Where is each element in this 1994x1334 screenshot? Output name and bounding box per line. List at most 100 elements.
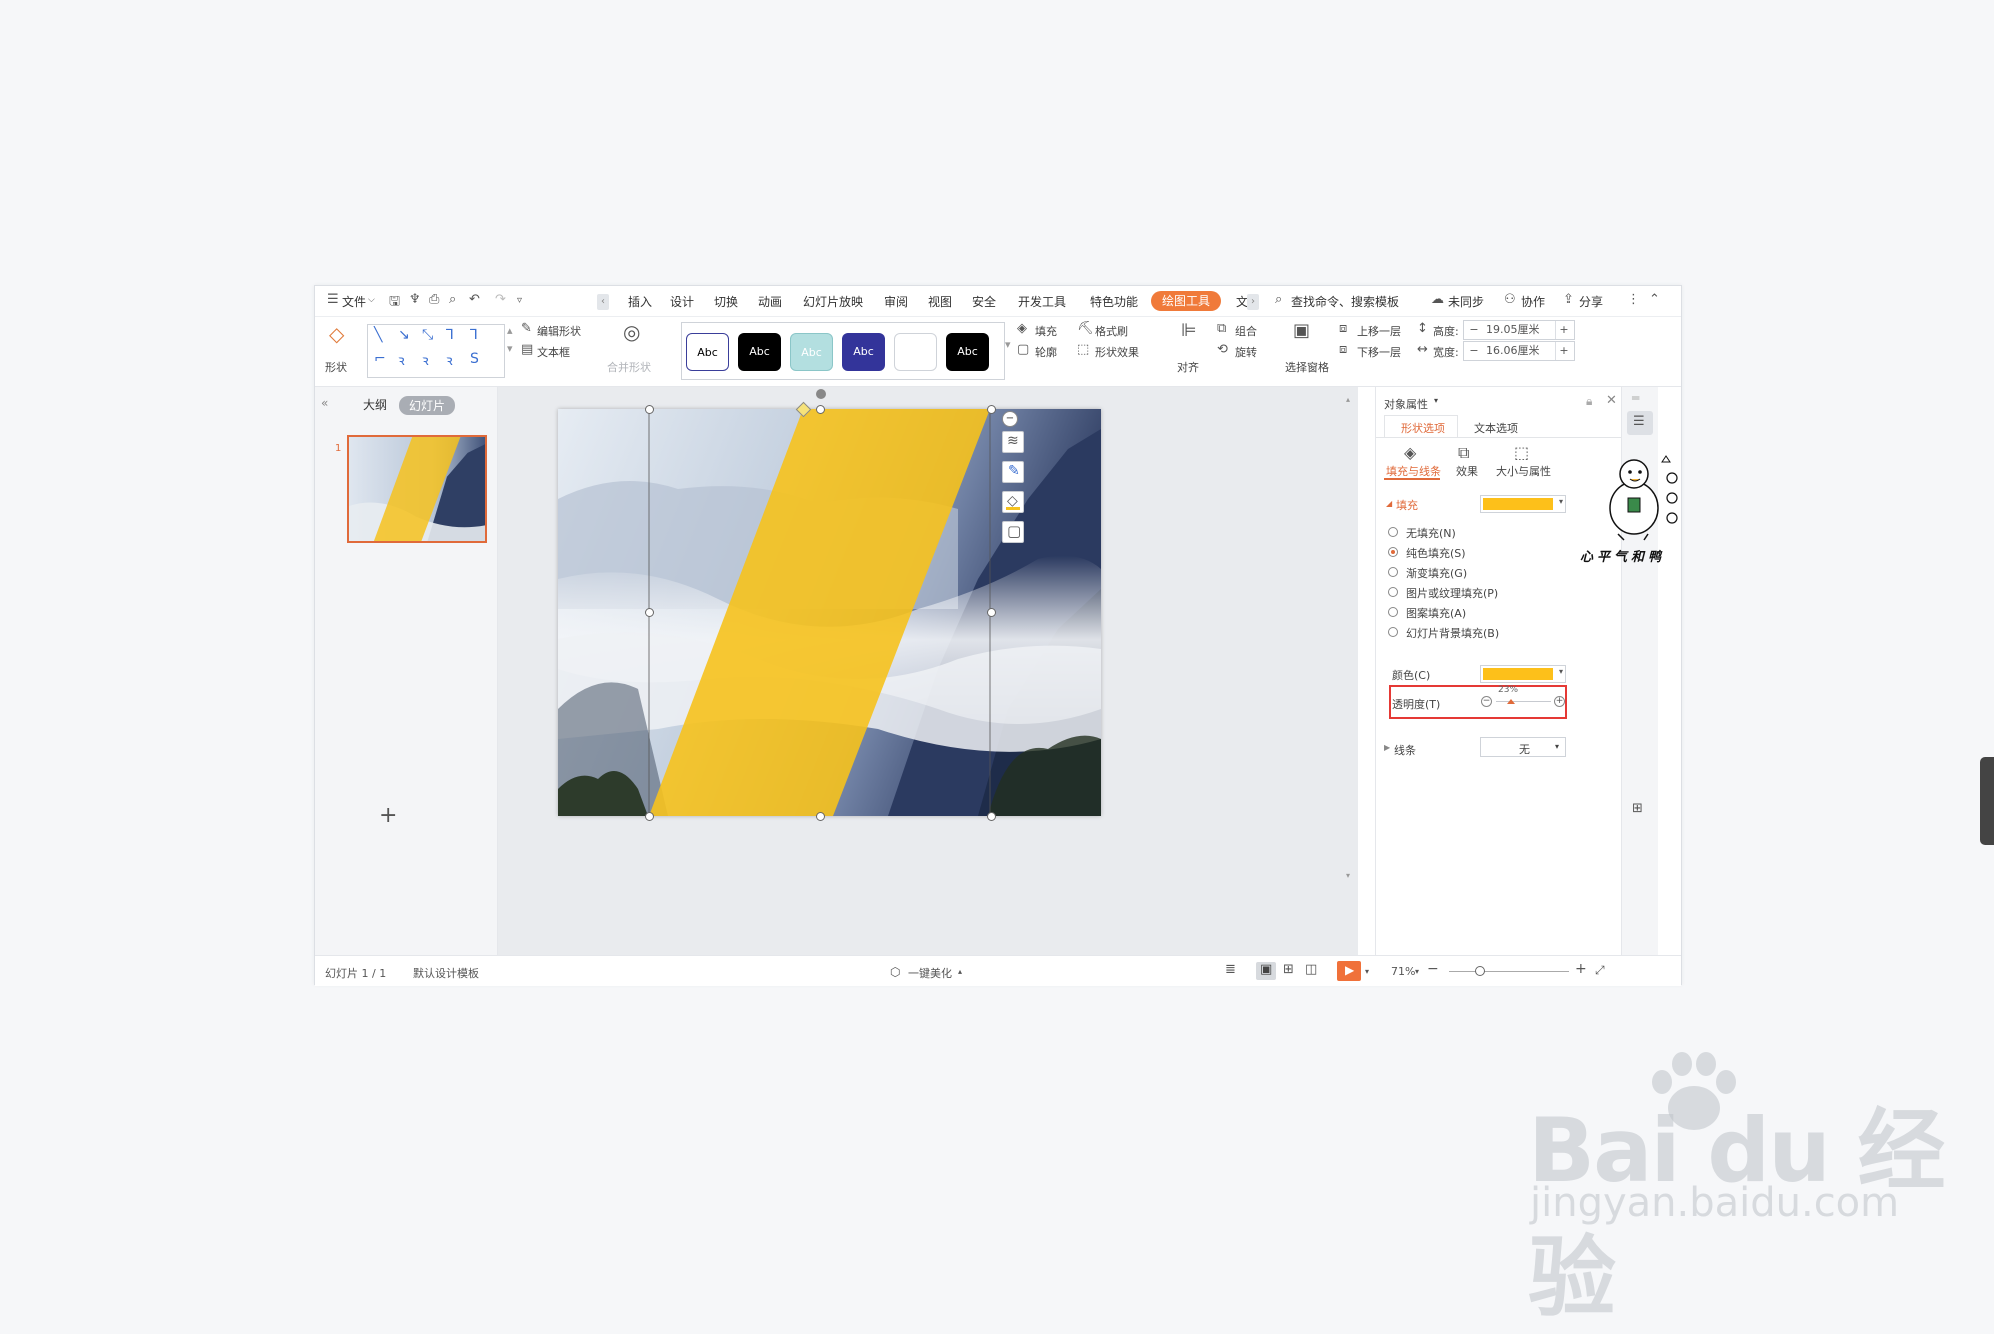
tab-slides[interactable]: 幻灯片 [399, 396, 456, 415]
transparency-plus[interactable]: + [1554, 696, 1565, 707]
style-black-2[interactable]: Abc [946, 333, 989, 371]
tab-features[interactable]: 特色功能 [1090, 293, 1138, 310]
frame-icon[interactable]: ▢ [1002, 521, 1024, 543]
format-painter-button[interactable]: 格式刷 [1095, 323, 1128, 339]
undo-icon[interactable]: ↶ [469, 292, 480, 307]
transparency-thumb[interactable] [1507, 699, 1515, 704]
pen-icon[interactable]: ✎ [1002, 461, 1024, 483]
rotate-button[interactable]: 旋转 [1235, 344, 1257, 360]
option-slide-bg-fill[interactable]: 幻灯片背景填充(B) [1406, 625, 1499, 641]
resize-handle-right[interactable] [987, 608, 996, 617]
fill-button[interactable]: 填充 [1035, 323, 1057, 339]
textbox-button[interactable]: 文本框 [537, 344, 570, 360]
layers-icon[interactable]: ≋ [1002, 431, 1024, 453]
play-chevron-icon[interactable]: ▾ [1365, 967, 1369, 976]
sync-status[interactable]: 未同步 [1448, 293, 1484, 310]
chevron-down-icon[interactable]: ⌵ [368, 295, 375, 305]
width-value[interactable]: 16.06厘米 [1486, 342, 1540, 360]
tab-security[interactable]: 安全 [972, 293, 996, 310]
radio-no-fill[interactable] [1388, 527, 1398, 537]
curve-double-icon[interactable]: ꝛ [446, 351, 453, 370]
align-button[interactable]: 对齐 [1177, 359, 1199, 375]
fit-window-icon[interactable]: ⤢ [1595, 963, 1605, 978]
style-gallery-more[interactable]: ▾ [1005, 338, 1011, 351]
grid-apps-icon[interactable]: ⊞ [1632, 801, 1643, 816]
line-section-header[interactable]: 线条 [1394, 742, 1416, 758]
bring-forward-button[interactable]: 上移一层 [1357, 323, 1401, 339]
format-brush-icon[interactable]: ♆ [409, 292, 421, 307]
shape-style-gallery[interactable]: Abc Abc Abc Abc Abc [681, 322, 1005, 380]
edit-shape-button[interactable]: 编辑形状 [537, 323, 581, 339]
tab-developer[interactable]: 开发工具 [1018, 293, 1066, 310]
height-plus[interactable]: + [1555, 321, 1572, 339]
radio-pattern-fill[interactable] [1388, 607, 1398, 617]
radio-gradient-fill[interactable] [1388, 567, 1398, 577]
option-gradient-fill[interactable]: 渐变填充(G) [1406, 565, 1467, 581]
resize-handle-tr[interactable] [987, 405, 996, 414]
redo-icon[interactable]: ↷ [495, 292, 506, 307]
tab-drawing-tools[interactable]: 绘图工具 [1151, 291, 1221, 311]
zoom-thumb[interactable] [1475, 966, 1485, 976]
zoom-chevron-icon[interactable]: ▾ [1415, 967, 1419, 976]
resize-handle-left[interactable] [645, 608, 654, 617]
width-minus[interactable]: − [1466, 342, 1482, 360]
line-shapes-gallery[interactable]: ╲ ↘ ⤡ ⅂ ⅂ ⌐ ꝛ ꝛ ꝛ S [367, 324, 505, 378]
option-picture-fill[interactable]: 图片或纹理填充(P) [1406, 585, 1498, 601]
tab-animation[interactable]: 动画 [758, 293, 782, 310]
line-expand-icon[interactable]: ▶ [1384, 743, 1390, 752]
tab-transition[interactable]: 切换 [714, 293, 738, 310]
search-icon[interactable]: ⌕ [1275, 292, 1282, 307]
gallery-up[interactable]: ▴ [507, 324, 513, 337]
properties-toggle[interactable]: ☰ [1627, 411, 1653, 435]
tab-insert[interactable]: 插入 [628, 293, 652, 310]
collapse-pane-icon[interactable]: « [321, 396, 328, 410]
merge-shape-button[interactable]: 合并形状 [607, 359, 651, 375]
outline-button[interactable]: 轮廓 [1035, 344, 1057, 360]
tab-shape-options[interactable]: 形状选项 [1384, 415, 1458, 438]
normal-view-button[interactable]: ▣ [1256, 962, 1276, 980]
double-arrow-icon[interactable]: ⤡ [422, 327, 433, 343]
beautify-button[interactable]: 一键美化 [908, 965, 952, 981]
beautify-chevron-icon[interactable]: ▴ [958, 967, 962, 976]
play-button[interactable]: ▶ [1337, 961, 1361, 981]
option-pattern-fill[interactable]: 图案填充(A) [1406, 605, 1466, 621]
radio-solid-fill[interactable] [1388, 547, 1398, 557]
subtab-size[interactable]: 大小与属性 [1496, 463, 1551, 479]
resize-handle-bl[interactable] [645, 812, 654, 821]
selection-pane-button[interactable]: 选择窗格 [1285, 359, 1329, 375]
gallery-down[interactable]: ▾ [507, 342, 513, 355]
fill-section-header[interactable]: 填充 [1396, 497, 1418, 513]
rotate-handle[interactable] [816, 389, 826, 399]
width-plus[interactable]: + [1555, 342, 1572, 360]
height-minus[interactable]: − [1466, 321, 1482, 339]
freeform-icon[interactable]: S [470, 351, 479, 367]
sorter-view-icon[interactable]: ⊞ [1283, 962, 1294, 977]
group-button[interactable]: 组合 [1235, 323, 1257, 339]
fill-bucket-icon[interactable]: ◇ [1002, 491, 1024, 513]
lock-icon[interactable]: 🔒︎ [1586, 394, 1592, 409]
fill-expand-icon[interactable]: ◢ [1386, 499, 1392, 508]
more-icon[interactable]: ⋮ [1627, 292, 1640, 307]
resize-handle-br[interactable] [987, 812, 996, 821]
style-white[interactable] [894, 333, 937, 371]
strip-menu-icon[interactable]: ═ [1632, 391, 1639, 405]
subtab-fill-line[interactable]: 填充与线条 [1386, 463, 1441, 479]
subtab-effect[interactable]: 效果 [1456, 463, 1478, 479]
command-search[interactable]: 查找命令、搜索模板 [1291, 293, 1399, 310]
tab-slideshow[interactable]: 幻灯片放映 [803, 293, 863, 310]
curve-arrow-icon[interactable]: ꝛ [422, 351, 429, 370]
collab-button[interactable]: 协作 [1521, 293, 1545, 310]
add-slide-button[interactable]: + [379, 803, 397, 828]
design-template[interactable]: 默认设计模板 [413, 965, 479, 981]
width-field[interactable]: − 16.06厘米 + [1463, 341, 1575, 361]
radio-slide-bg-fill[interactable] [1388, 627, 1398, 637]
zoom-in-icon[interactable]: + [1575, 961, 1587, 977]
preview-icon[interactable]: ⌕ [449, 292, 456, 307]
edge-widget[interactable] [1980, 757, 1994, 845]
shape-button[interactable]: 形状 [325, 359, 347, 375]
hamburger-icon[interactable]: ☰ [327, 292, 339, 307]
shape-icon[interactable]: ◇ [329, 322, 344, 346]
tab-outline[interactable]: 大纲 [363, 396, 387, 413]
resize-handle-bottom[interactable] [816, 812, 825, 821]
save-icon[interactable]: 🖫 [389, 292, 400, 314]
